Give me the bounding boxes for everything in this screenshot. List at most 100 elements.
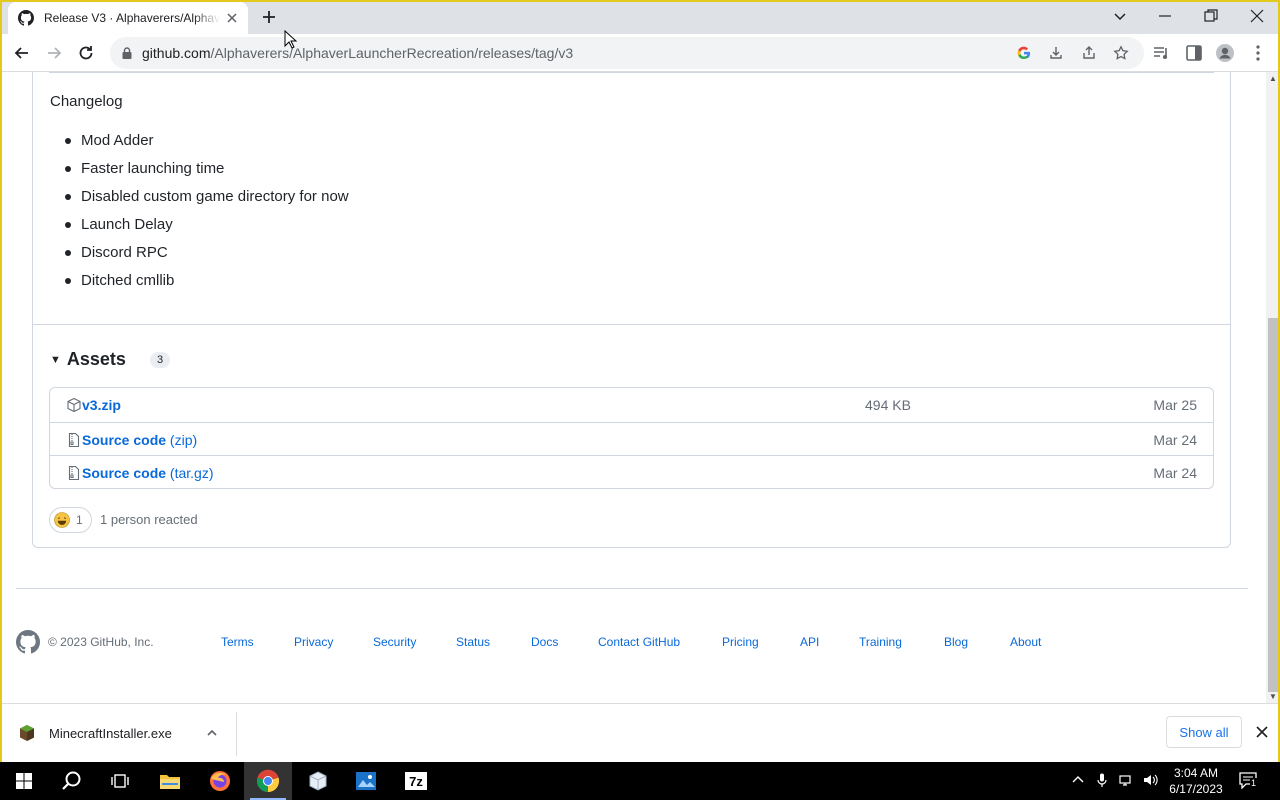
asset-link-source-zip[interactable]: Source code (zip) [82,432,197,448]
github-icon [18,10,34,26]
firefox-icon [210,771,230,791]
file-zip-icon [68,465,80,481]
cube-app-icon [309,771,327,791]
footer-link-terms[interactable]: Terms [221,635,254,649]
close-window-icon[interactable] [1247,6,1267,26]
copyright: © 2023 GitHub, Inc. [48,635,154,649]
notification-center-button[interactable]: 1 [1238,771,1260,791]
asset-row: Source code (zip) Mar 24 [50,422,1213,456]
photos-button[interactable] [342,762,390,800]
footer-link-pricing[interactable]: Pricing [722,635,759,649]
page-viewport: Changelog Mod Adder Faster launching tim… [0,72,1266,703]
profile-avatar-icon[interactable] [1215,43,1235,63]
new-tab-icon[interactable] [260,8,278,26]
scrollbar-thumb[interactable] [1268,318,1278,692]
downloads-bar: MinecraftInstaller.exe Show all [0,703,1280,762]
7zip-icon: 7z [404,771,428,791]
system-clock[interactable]: 3:04 AM 6/17/2023 [1164,765,1228,797]
divider [16,588,1248,589]
reaction-button[interactable]: 1 [49,507,92,533]
network-icon[interactable] [1118,772,1134,788]
reaction-count: 1 [76,513,83,527]
volume-icon[interactable] [1142,772,1158,788]
lock-icon[interactable] [120,46,134,60]
footer-link-privacy[interactable]: Privacy [294,635,333,649]
chevron-up-icon[interactable] [205,726,219,740]
divider [236,712,237,756]
footer-link-blog[interactable]: Blog [944,635,968,649]
triangle-down-icon: ▼ [50,353,61,366]
list-item: Mod Adder [65,131,349,159]
footer-link-status[interactable]: Status [456,635,490,649]
minimize-icon[interactable] [1155,6,1175,26]
footer-link-api[interactable]: API [800,635,819,649]
chevron-up-icon[interactable] [1070,772,1086,788]
list-item: Faster launching time [65,159,349,187]
side-panel-icon[interactable] [1184,43,1204,63]
search-icon [62,771,81,790]
app-cube-button[interactable] [294,762,342,800]
scroll-up-icon[interactable]: ▲ [1269,74,1277,83]
asset-row: Source code (tar.gz) Mar 24 [50,455,1213,489]
close-downloads-icon[interactable] [1254,724,1270,740]
divider [49,72,1214,73]
file-explorer-button[interactable] [146,762,194,800]
7zip-button[interactable]: 7z [392,762,440,800]
divider [33,324,1230,325]
assets-toggle[interactable]: ▼ Assets 3 [50,349,171,370]
asset-date: Mar 24 [1153,464,1197,481]
photos-icon [356,772,376,790]
show-all-button[interactable]: Show all [1166,716,1242,748]
footer-link-docs[interactable]: Docs [531,635,558,649]
restore-icon[interactable] [1201,6,1221,26]
more-menu-icon[interactable] [1248,43,1268,63]
svg-text:7z: 7z [409,774,423,789]
clock-time: 3:04 AM [1173,766,1219,780]
search-button[interactable] [48,762,96,800]
media-control-icon[interactable] [1151,43,1171,63]
asset-row: v3.zip 494 KB Mar 25 [50,388,1213,422]
scroll-down-icon[interactable]: ▼ [1269,692,1277,701]
start-button[interactable] [0,762,48,800]
firefox-button[interactable] [196,762,244,800]
reload-icon[interactable] [76,43,96,63]
list-item: Discord RPC [65,243,349,271]
footer-link-security[interactable]: Security [373,635,416,649]
tab-search-icon[interactable] [1110,6,1130,26]
download-filename[interactable]: MinecraftInstaller.exe [49,726,172,741]
github-logo-icon[interactable] [16,630,40,654]
clock-date: 6/17/2023 [1169,782,1223,796]
laugh-emoji-icon [54,512,70,528]
mouse-cursor-icon [284,30,298,49]
task-view-button[interactable] [96,762,144,800]
install-app-icon[interactable] [1048,45,1064,61]
chrome-button[interactable] [244,762,292,800]
tab-strip: Release V3 · Alphaverers/AlphaverLaunche… [0,0,1280,34]
forward-icon[interactable] [44,43,64,63]
footer-link-contact[interactable]: Contact GitHub [598,635,680,649]
footer-link-training[interactable]: Training [859,635,902,649]
windows-logo-icon [16,773,32,789]
asset-date: Mar 25 [1153,397,1197,413]
asset-link-source-targz[interactable]: Source code (tar.gz) [82,465,214,481]
file-zip-icon [68,432,80,448]
vertical-scrollbar[interactable]: ▲ ▼ [1266,72,1280,703]
minecraft-file-icon [20,725,34,741]
google-lens-icon[interactable] [1016,45,1032,61]
notification-count: 1 [1250,778,1258,788]
address-bar[interactable]: github.com/Alphaverers/AlphaverLauncherR… [110,37,1144,69]
asset-link-v3-zip[interactable]: v3.zip [82,397,121,413]
footer-link-about[interactable]: About [1010,635,1041,649]
release-card: Changelog Mod Adder Faster launching tim… [32,72,1231,548]
bookmark-star-icon[interactable] [1113,45,1129,61]
tab-release-v3[interactable]: Release V3 · Alphaverers/AlphaverLaunche… [8,2,248,34]
asset-size: 494 KB [865,397,911,413]
list-item: Launch Delay [65,215,349,243]
assets-count-badge: 3 [149,351,171,368]
share-icon[interactable] [1081,45,1097,61]
changelog-list: Mod Adder Faster launching time Disabled… [65,131,349,299]
back-icon[interactable] [12,43,32,63]
microphone-icon[interactable] [1094,772,1110,788]
list-item: Disabled custom game directory for now [65,187,349,215]
close-tab-icon[interactable] [224,10,240,26]
